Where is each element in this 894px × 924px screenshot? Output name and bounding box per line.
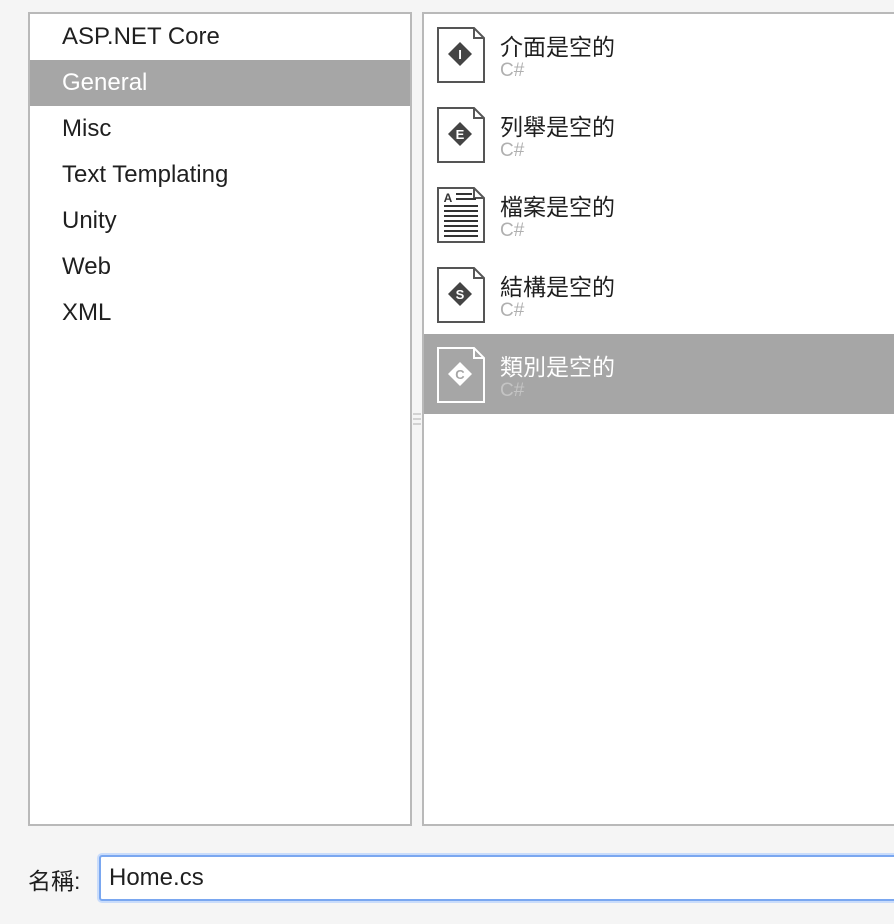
- svg-text:E: E: [456, 127, 465, 142]
- template-title: 類別是空的: [500, 354, 615, 380]
- template-title: 列舉是空的: [500, 114, 615, 140]
- name-label: 名稱:: [28, 868, 81, 894]
- interface-icon: I: [437, 27, 485, 83]
- splitter-handle[interactable]: [412, 410, 422, 430]
- category-item-unity[interactable]: Unity: [30, 198, 410, 244]
- template-title: 介面是空的: [500, 34, 615, 60]
- svg-text:A: A: [444, 191, 453, 205]
- svg-text:S: S: [456, 287, 465, 302]
- template-item-empty-class[interactable]: C 類別是空的 C#: [424, 334, 894, 414]
- category-item-text-templating[interactable]: Text Templating: [30, 152, 410, 198]
- name-input[interactable]: [99, 855, 894, 901]
- svg-text:I: I: [458, 47, 462, 62]
- template-language: C#: [500, 380, 525, 401]
- category-item-general[interactable]: General: [30, 60, 410, 106]
- enum-icon: E: [437, 107, 485, 163]
- svg-text:C: C: [455, 367, 465, 382]
- template-language: C#: [500, 300, 525, 321]
- template-title: 檔案是空的: [500, 194, 615, 220]
- template-item-empty-struct[interactable]: S 結構是空的 C#: [424, 254, 894, 334]
- template-item-empty-interface[interactable]: I 介面是空的 C#: [424, 14, 894, 94]
- template-language: C#: [500, 140, 525, 161]
- category-list[interactable]: ASP.NET Core General Misc Text Templatin…: [28, 12, 412, 826]
- template-list[interactable]: I 介面是空的 C# E 列舉是空的 C# A 檔案是空的 C# S 結構是空的…: [422, 12, 894, 826]
- struct-icon: S: [437, 267, 485, 323]
- template-language: C#: [500, 60, 525, 81]
- category-item-web[interactable]: Web: [30, 244, 410, 290]
- template-language: C#: [500, 220, 525, 241]
- category-item-xml[interactable]: XML: [30, 290, 410, 336]
- category-item-misc[interactable]: Misc: [30, 106, 410, 152]
- template-item-empty-enum[interactable]: E 列舉是空的 C#: [424, 94, 894, 174]
- category-item-aspnet-core[interactable]: ASP.NET Core: [30, 14, 410, 60]
- template-title: 結構是空的: [500, 274, 615, 300]
- class-icon: C: [437, 347, 485, 403]
- text-file-icon: A: [437, 187, 485, 243]
- template-item-empty-file[interactable]: A 檔案是空的 C#: [424, 174, 894, 254]
